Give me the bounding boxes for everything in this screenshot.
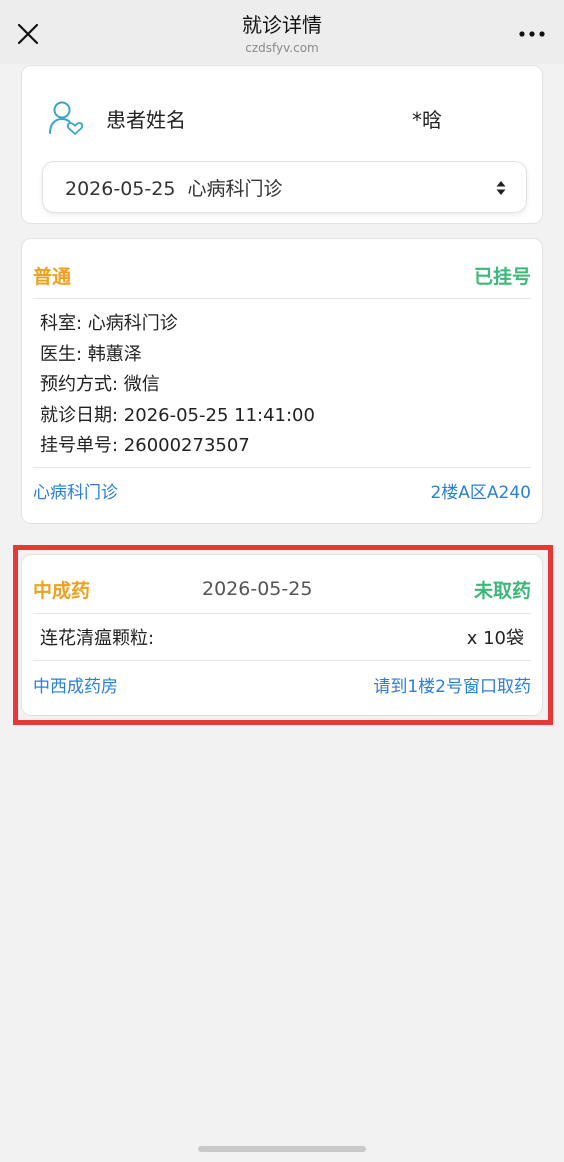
registration-footer: 心病科门诊 2楼A区A240 [33, 469, 531, 511]
registration-divider-top [33, 298, 531, 299]
visit-select[interactable]: 2026-05-25 心病科门诊 [42, 161, 527, 213]
detail-booking-method: 预约方式: 微信 [40, 374, 160, 395]
patient-name-label: 患者姓名 [106, 107, 186, 132]
patient-row: 患者姓名 *晗 [48, 96, 518, 140]
medicine-item-quantity: x 10袋 [466, 628, 524, 649]
sort-arrows-icon [496, 181, 506, 195]
nav-title-group: 就诊详情 czdsfyv.com [0, 12, 564, 56]
nav-bar: 就诊详情 czdsfyv.com [0, 0, 564, 64]
medicine-status-badge: 未取药 [473, 579, 531, 602]
registration-details: 科室: 心病科门诊 医生: 韩蕙泽 预约方式: 微信 就诊日期: 2026-05… [40, 309, 531, 462]
medicine-header: 中成药 2026-05-25 未取药 [33, 567, 531, 611]
medicine-footer-pharmacy[interactable]: 中西成药房 [33, 672, 118, 697]
medicine-footer-instruction[interactable]: 请到1楼2号窗口取药 [373, 672, 531, 697]
detail-registration-number: 挂号单号: 26000273507 [40, 435, 250, 456]
patient-heart-icon [49, 101, 84, 135]
medicine-type: 中成药 [33, 579, 91, 602]
patient-name-value: *晗 [412, 107, 442, 132]
medicine-item-name: 连花清瘟颗粒: [40, 628, 155, 649]
registration-status-badge: 已挂号 [473, 265, 531, 288]
home-indicator [198, 1146, 366, 1152]
medicine-date: 2026-05-25 [202, 578, 313, 600]
registration-type: 普通 [33, 265, 72, 288]
detail-visit-date: 就诊日期: 2026-05-25 11:41:00 [40, 404, 315, 426]
registration-footer-location[interactable]: 2楼A区A240 [430, 478, 531, 503]
page-title: 就诊详情 [242, 13, 322, 37]
medicine-divider-top [33, 613, 531, 614]
registration-card[interactable]: 普通 已挂号 科室: 心病科门诊 医生: 韩蕙泽 预约方式: 微信 就诊日期: … [21, 238, 543, 524]
detail-department: 科室: 心病科门诊 [40, 313, 178, 334]
registration-header: 普通 已挂号 [33, 253, 531, 297]
visit-select-value: 2026-05-25 心病科门诊 [65, 177, 283, 200]
registration-footer-dept[interactable]: 心病科门诊 [33, 478, 118, 503]
medicine-footer: 中西成药房 请到1楼2号窗口取药 [33, 663, 531, 705]
registration-divider-bottom [33, 467, 531, 468]
medicine-item-row: 连花清瘟颗粒: x 10袋 [40, 615, 524, 659]
page-domain: czdsfyv.com [245, 41, 319, 55]
more-icon[interactable] [518, 26, 546, 42]
detail-doctor: 医生: 韩蕙泽 [40, 343, 142, 365]
medicine-divider-bottom [33, 660, 531, 661]
patient-card: 患者姓名 *晗 2026-05-25 心病科门诊 [21, 65, 543, 224]
medicine-card[interactable]: 中成药 2026-05-25 未取药 连花清瘟颗粒: x 10袋 中西成药房 请… [21, 554, 543, 716]
